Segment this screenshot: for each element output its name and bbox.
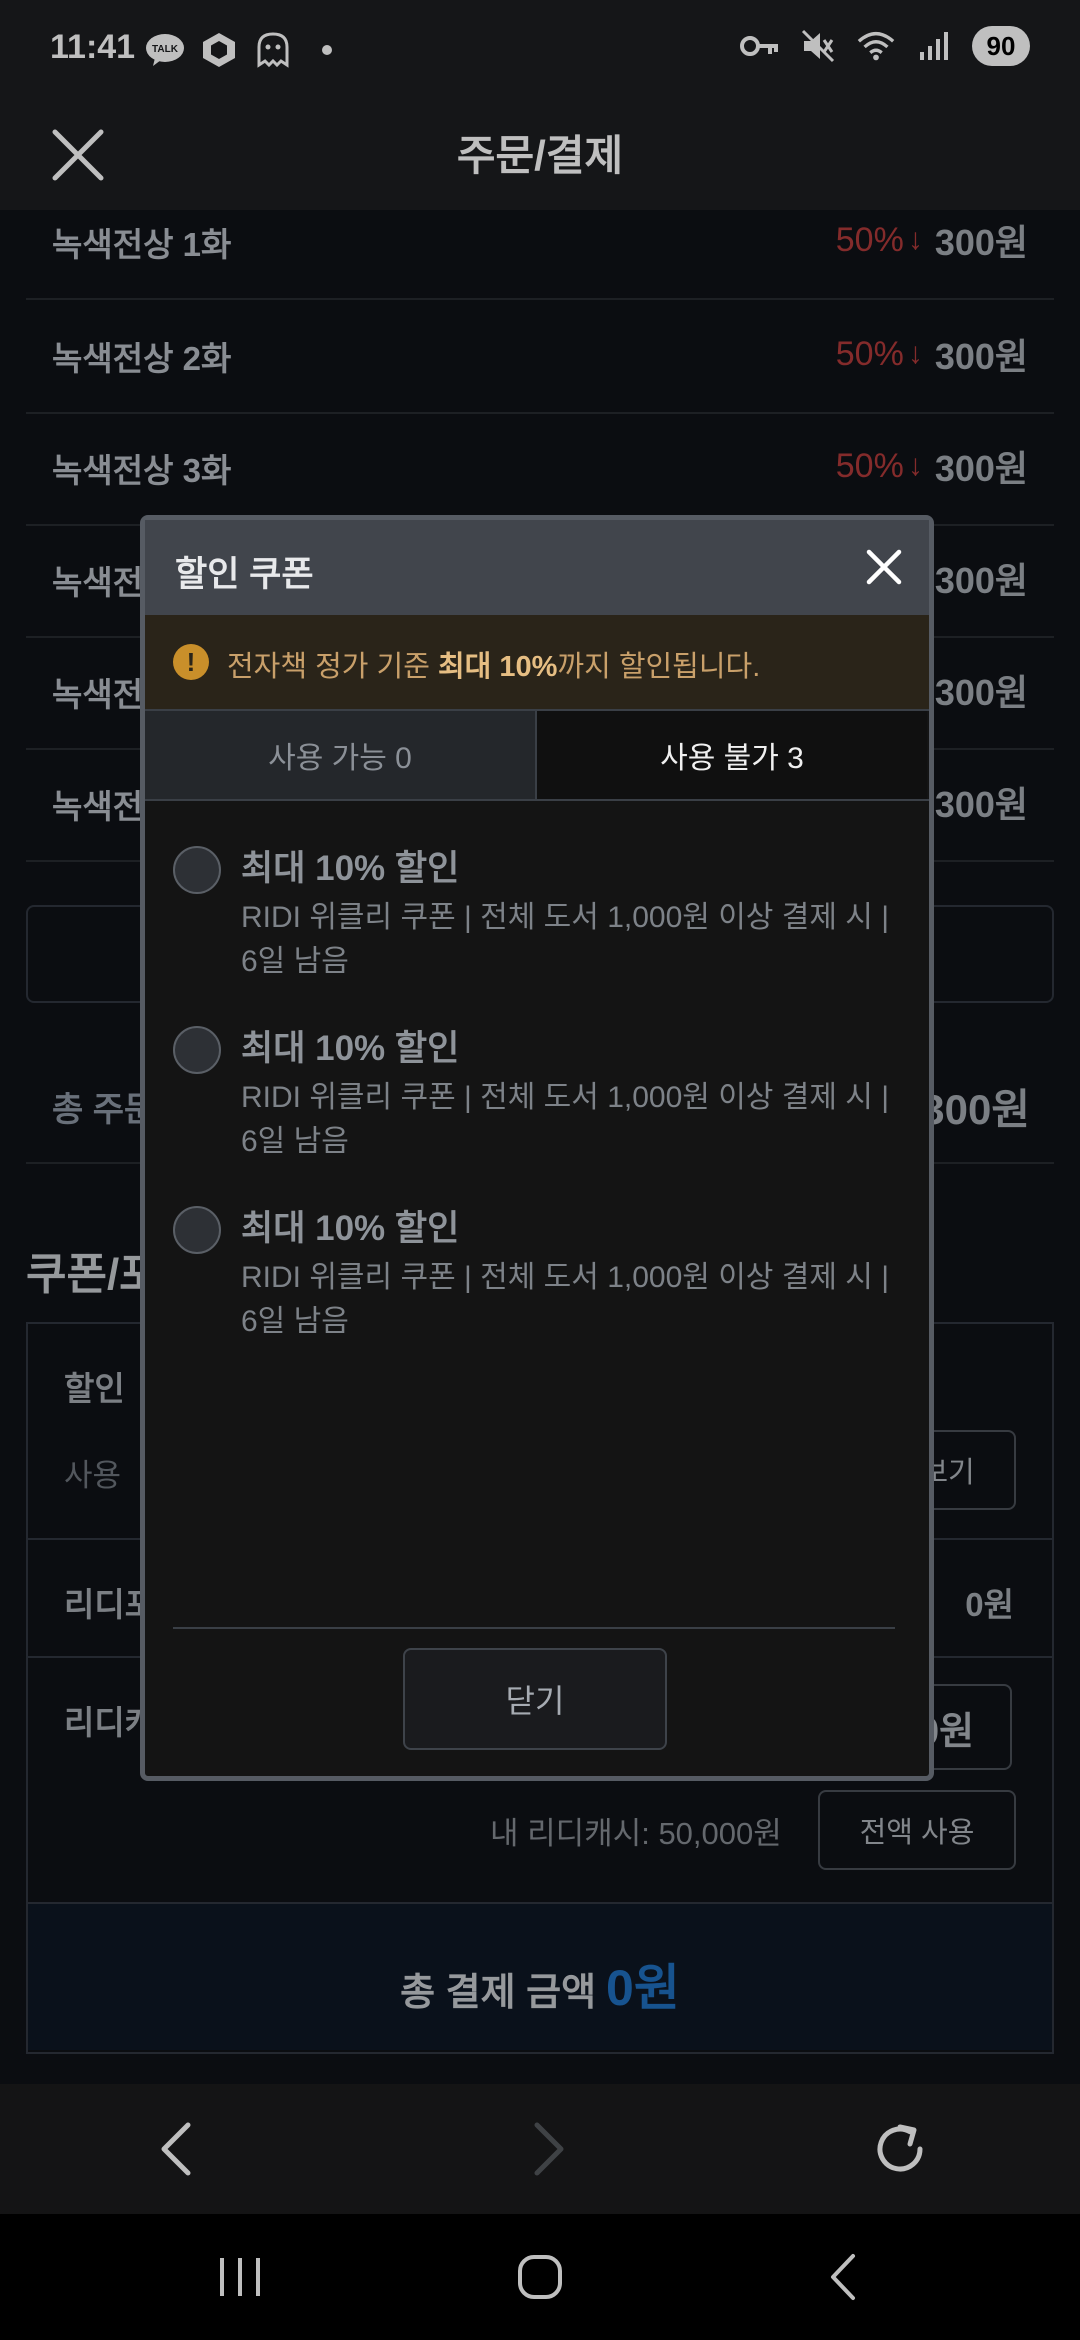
close-button[interactable]: 닫기 [403, 1648, 667, 1750]
coupon-description: RIDI 위클리 쿠폰 | 전체 도서 1,000원 이상 결제 시 | 6일 … [241, 901, 890, 978]
coupon-description: RIDI 위클리 쿠폰 | 전체 도서 1,000원 이상 결제 시 | 6일 … [241, 1261, 890, 1338]
coupon-title: 최대 10% 할인 [241, 1209, 460, 1248]
notice-prefix: 전자책 정가 기준 [227, 651, 438, 683]
coupon-radio[interactable] [173, 846, 221, 894]
coupon-item[interactable]: 최대 10% 할인 RIDI 위클리 쿠폰 | 전체 도서 1,000원 이상 … [173, 1200, 903, 1350]
tab-available[interactable]: 사용 가능 0 [145, 711, 537, 799]
close-icon[interactable] [859, 542, 909, 592]
discount-notice: ! 전자책 정가 기준 최대 10%까지 할인됩니다. [145, 615, 929, 711]
discount-coupon-modal: 할인 쿠폰 ! 전자책 정가 기준 최대 10%까지 할인됩니다. 사용 가능 … [140, 515, 934, 1781]
coupon-item[interactable]: 최대 10% 할인 RIDI 위클리 쿠폰 | 전체 도서 1,000원 이상 … [173, 1020, 903, 1170]
notice-bold: 최대 10% [437, 651, 558, 683]
coupon-description: RIDI 위클리 쿠폰 | 전체 도서 1,000원 이상 결제 시 | 6일 … [241, 1081, 890, 1158]
modal-header: 할인 쿠폰 [145, 520, 929, 615]
coupon-radio[interactable] [173, 1026, 221, 1074]
coupon-radio[interactable] [173, 1206, 221, 1254]
coupon-tabs: 사용 가능 0 사용 불가 3 [145, 711, 929, 801]
tab-unavailable[interactable]: 사용 불가 3 [537, 711, 927, 799]
notice-text: 전자책 정가 기준 최대 10%까지 할인됩니다. [227, 643, 760, 685]
modal-title: 할인 쿠폰 [175, 555, 314, 594]
coupon-item[interactable]: 최대 10% 할인 RIDI 위클리 쿠폰 | 전체 도서 1,000원 이상 … [173, 840, 903, 990]
notice-suffix: 까지 할인됩니다. [557, 651, 761, 683]
coupon-title: 최대 10% 할인 [241, 849, 460, 888]
coupon-title: 최대 10% 할인 [241, 1029, 460, 1068]
modal-divider [173, 1627, 895, 1629]
warning-icon: ! [173, 644, 209, 680]
